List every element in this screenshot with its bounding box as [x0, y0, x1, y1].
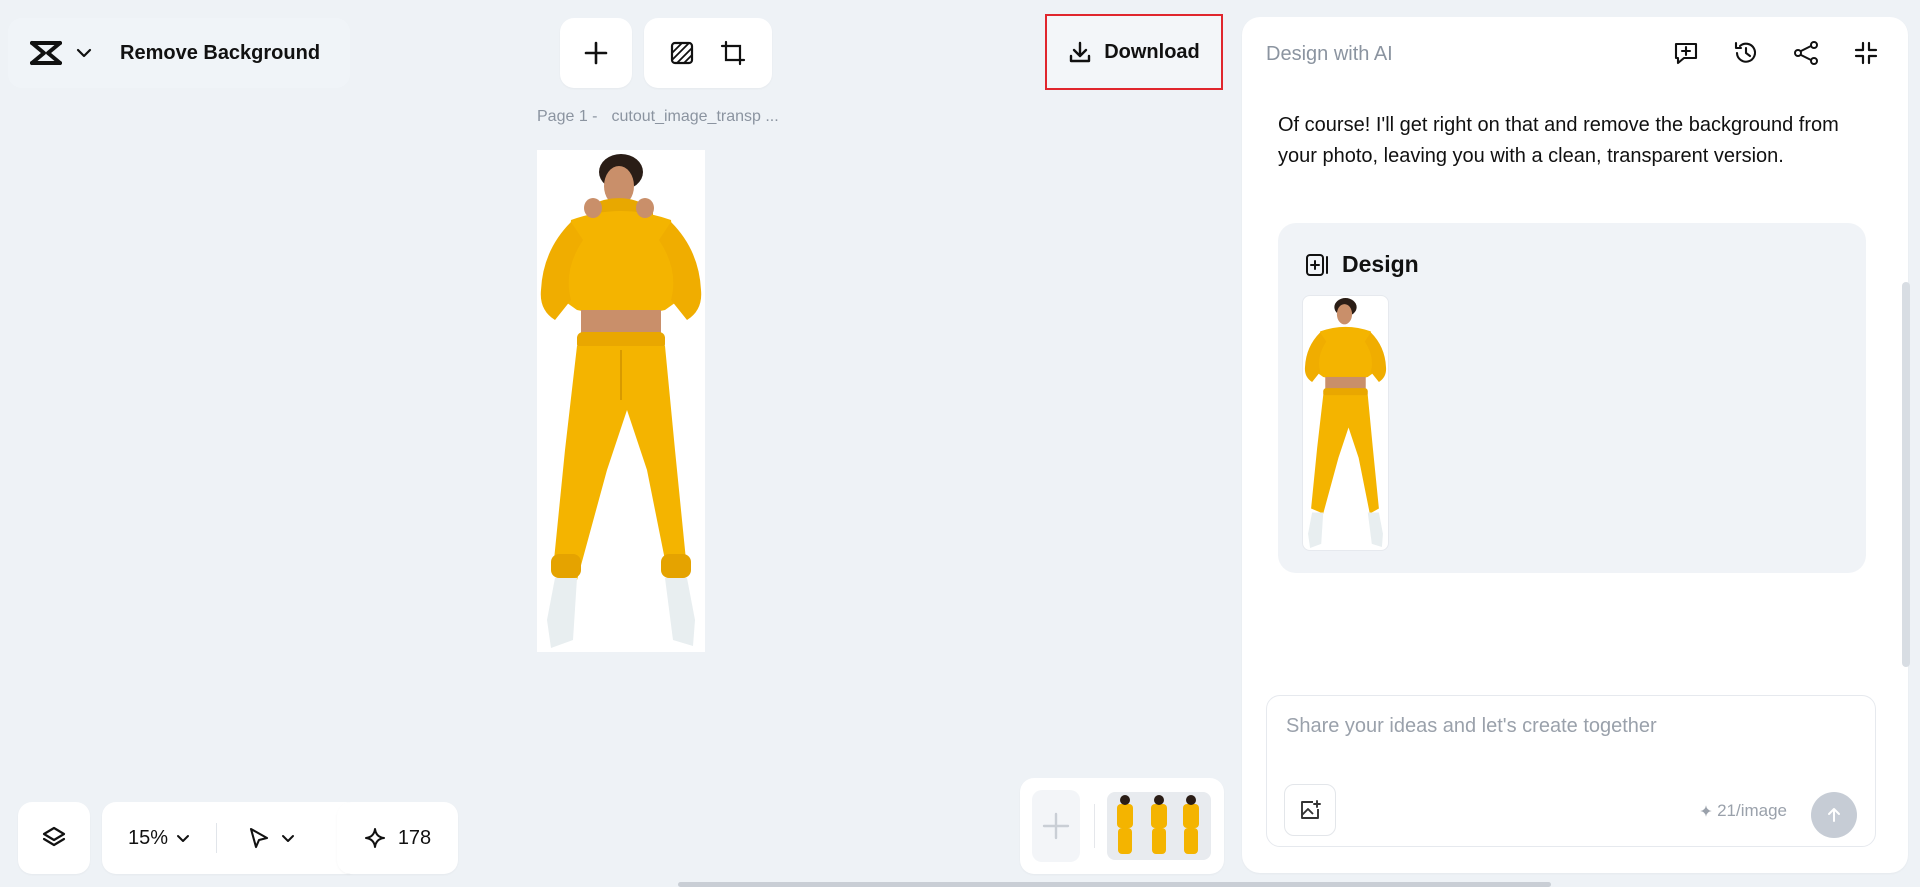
download-label: Download	[1104, 40, 1200, 63]
page-thumbnail[interactable]	[1107, 792, 1211, 860]
canvas-image[interactable]	[537, 150, 705, 652]
plus-icon	[1041, 811, 1071, 841]
download-button[interactable]: Download	[1045, 14, 1223, 90]
layers-icon	[41, 825, 67, 851]
divider	[1094, 804, 1095, 848]
share-icon[interactable]	[1792, 39, 1820, 67]
project-title[interactable]: Remove Background	[120, 42, 320, 65]
resize-frame-icon[interactable]	[719, 39, 747, 67]
app-header: Remove Background	[8, 18, 350, 88]
plus-icon	[583, 40, 609, 66]
arrow-up-icon	[1825, 806, 1843, 824]
chevron-down-icon[interactable]	[281, 834, 295, 843]
zoom-level[interactable]: 15%	[128, 827, 168, 850]
panel-scrollbar[interactable]	[1902, 282, 1910, 667]
send-button[interactable]	[1811, 792, 1857, 838]
chat-input-box: 21/image	[1266, 695, 1876, 847]
page-label: Page 1 - cutout_image_transp ...	[537, 108, 779, 126]
file-name[interactable]: cutout_image_transp ...	[611, 108, 778, 125]
download-icon	[1068, 40, 1092, 64]
chevron-down-icon[interactable]	[176, 834, 190, 843]
divider	[216, 823, 218, 853]
new-chat-icon[interactable]	[1672, 39, 1700, 67]
cost-label: 21/image	[1699, 801, 1787, 821]
pattern-fill-icon[interactable]	[669, 40, 695, 66]
zoom-controls: 15%	[102, 802, 360, 874]
canvas-tools	[644, 18, 772, 88]
design-result-card[interactable]: Design	[1278, 223, 1866, 573]
design-icon	[1304, 252, 1330, 278]
design-card-title: Design	[1342, 251, 1419, 277]
panel-actions	[1672, 39, 1880, 67]
panel-title: Design with AI	[1266, 43, 1393, 65]
credits-button[interactable]: 178	[337, 802, 458, 874]
upload-image-button[interactable]	[1284, 784, 1336, 836]
page-number: Page 1 -	[537, 108, 598, 125]
pointer-icon[interactable]	[247, 826, 271, 850]
chat-input[interactable]	[1284, 714, 1848, 739]
chevron-down-icon[interactable]	[76, 48, 92, 58]
ai-panel: Design with AI Of course! I'll get right…	[1242, 17, 1910, 873]
image-upload-icon	[1298, 798, 1322, 822]
cost-value: 21/image	[1717, 801, 1787, 820]
canvas-horizontal-scrollbar[interactable]	[678, 882, 1551, 887]
person-figure	[1304, 298, 1387, 548]
sparkle-icon	[1699, 804, 1713, 818]
pages-strip	[1020, 778, 1224, 874]
add-element-button[interactable]	[560, 18, 632, 88]
design-card-header: Design	[1304, 251, 1419, 278]
add-page-button[interactable]	[1032, 790, 1080, 862]
person-figure	[540, 154, 702, 648]
sparkle-icon	[364, 827, 386, 849]
capcut-logo-icon[interactable]	[30, 40, 62, 66]
ai-message: Of course! I'll get right on that and re…	[1278, 114, 1839, 167]
credits-count: 178	[397, 826, 432, 849]
minimize-icon[interactable]	[1852, 39, 1880, 67]
history-icon[interactable]	[1732, 39, 1760, 67]
design-thumbnail[interactable]	[1302, 295, 1389, 551]
layers-button[interactable]	[18, 802, 90, 874]
